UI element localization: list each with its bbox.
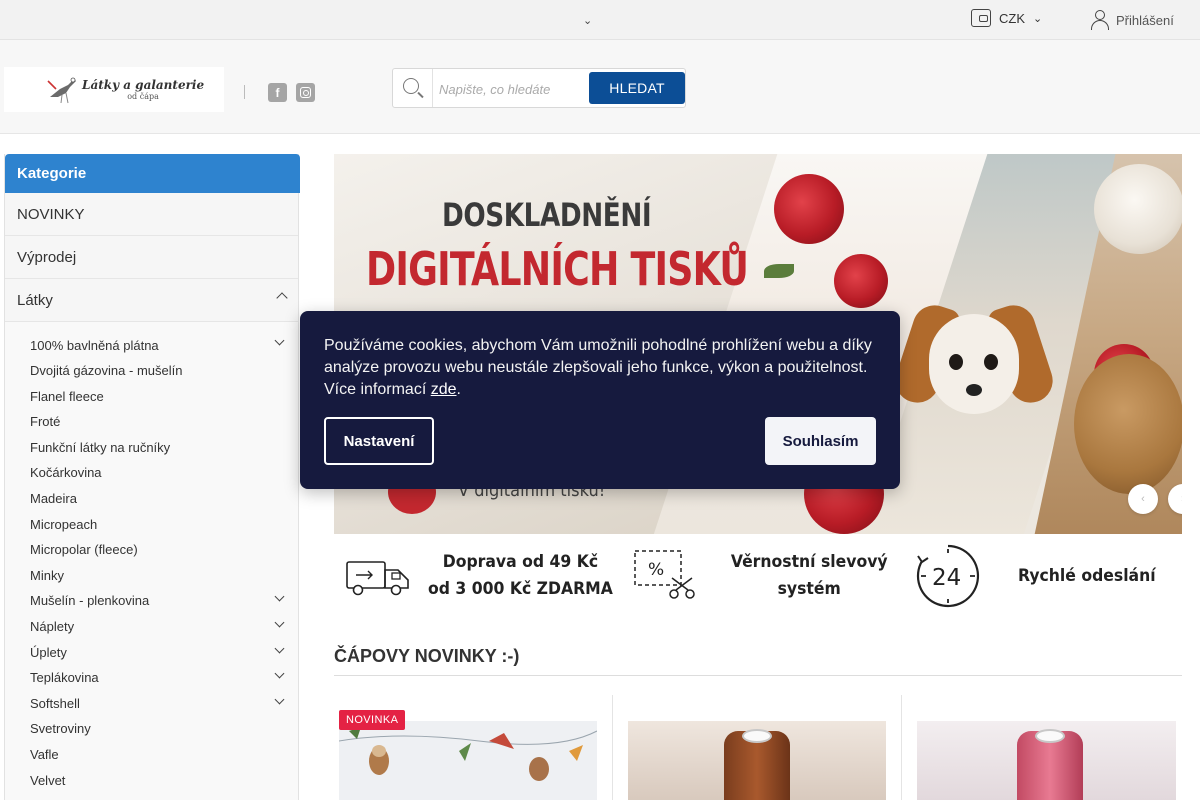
subcategory-item[interactable]: 100% bavlněná plátna — [30, 338, 159, 353]
chevron-down-icon[interactable]: ⌄ — [583, 14, 592, 27]
cookie-consent-dialog: Používáme cookies, abychom Vám umožnili … — [300, 311, 900, 489]
benefit-line: Doprava od 49 Kč — [442, 552, 599, 572]
thread-spool — [724, 729, 790, 800]
chevron-down-icon: ⌄ — [1033, 12, 1043, 25]
benefit-shipping: Doprava od 49 Kč od 3 000 Kč ZDARMA — [420, 540, 621, 612]
category-header: Kategorie — [5, 154, 300, 193]
banner-headline: DOSKLADNĚNÍ — [442, 196, 652, 234]
section-title: ČÁPOVY NOVINKY :-) — [334, 646, 520, 666]
thread-spool — [1017, 729, 1083, 800]
cookie-accept-button[interactable]: Souhlasím — [765, 417, 876, 465]
cookie-suffix: . — [456, 381, 461, 398]
subcategory-item[interactable]: Svetroviny — [30, 721, 91, 736]
teddy-bear-decoration — [1094, 164, 1182, 254]
divider — [334, 675, 1182, 676]
24-hours-icon: 24 — [916, 544, 979, 608]
facebook-icon[interactable]: f — [268, 83, 287, 102]
product-image[interactable] — [339, 721, 597, 800]
subcategory-item[interactable]: Minky — [30, 568, 64, 583]
coupon-scissors-icon: % — [634, 550, 695, 599]
logo-title: Látky a galanterie — [82, 78, 205, 92]
subcategory-item[interactable]: Teplákovina — [30, 670, 99, 685]
cookie-text: Používáme cookies, abychom Vám umožnili … — [324, 335, 884, 401]
search-button[interactable]: HLEDAT — [589, 72, 685, 104]
subcategory-item[interactable]: Micropolar (fleece) — [30, 542, 138, 557]
benefit-line: od 3 000 Kč ZDARMA — [428, 579, 613, 599]
cookie-message: Používáme cookies, abychom Vám umožnili … — [324, 337, 872, 398]
login-label: Přihlášení — [1116, 12, 1174, 28]
chevron-down-icon[interactable] — [274, 668, 285, 679]
category-label: Látky — [17, 292, 53, 309]
instagram-icon[interactable] — [296, 83, 315, 102]
banner-headline-2: DIGITÁLNÍCH TISKŮ — [366, 242, 749, 296]
subcategory-item[interactable]: Náplety — [30, 619, 74, 634]
category-latky[interactable]: Látky — [5, 279, 298, 322]
category-sidebar: Kategorie NOVINKY Výprodej Látky 100% ba… — [4, 154, 300, 800]
user-icon — [1090, 10, 1110, 30]
chevron-down-icon[interactable] — [274, 591, 285, 602]
rose-decoration — [774, 174, 844, 244]
subcategory-item[interactable]: Úplety — [30, 645, 67, 660]
benefit-loyalty: Věrnostní slevový systém — [724, 540, 894, 612]
subcategory-item[interactable]: Madeira — [30, 491, 77, 506]
chevron-down-icon[interactable] — [274, 643, 285, 654]
category-label: Výprodej — [17, 249, 77, 266]
chevron-up-icon[interactable] — [276, 292, 288, 304]
cookie-more-link[interactable]: zde — [431, 381, 457, 398]
subcategory-item[interactable]: Flanel fleece — [30, 389, 104, 404]
subcategory-item[interactable]: Vafle — [30, 747, 59, 762]
svg-text:%: % — [648, 560, 664, 580]
subcategory-item[interactable]: Velvet — [30, 773, 65, 788]
clock-hours: 24 — [932, 565, 961, 591]
header: Látky a galanterie od čápa f HLEDAT — [0, 40, 1200, 134]
category-vyprodej[interactable]: Výprodej — [5, 236, 298, 279]
chevron-down-icon[interactable] — [274, 335, 285, 346]
puppy-decoration — [889, 284, 1059, 444]
benefit-line: Rychlé odeslání — [1017, 565, 1156, 586]
product-image[interactable] — [917, 721, 1176, 800]
truck-icon — [346, 561, 409, 596]
slider-prev-button[interactable]: ‹ — [1128, 484, 1158, 514]
benefit-line: Věrnostní slevový — [730, 552, 888, 572]
logo[interactable]: Látky a galanterie od čápa — [4, 67, 224, 112]
wallet-icon — [971, 9, 991, 27]
subcategory-item[interactable]: Funkční látky na ručníky — [30, 440, 170, 455]
cookie-settings-button[interactable]: Nastavení — [324, 417, 434, 465]
top-bar: ⌄ CZK ⌄ Přihlášení — [0, 0, 1200, 40]
search-input[interactable] — [439, 79, 579, 99]
divider — [244, 85, 245, 99]
category-label: NOVINKY — [17, 206, 85, 223]
subcategory-item[interactable]: Softshell — [30, 696, 80, 711]
subcategory-item[interactable]: Micropeach — [30, 517, 97, 532]
benefit-line: systém — [777, 579, 841, 599]
new-badge: NOVINKA — [339, 710, 406, 730]
stork-icon — [46, 75, 78, 105]
benefit-fast-shipping: Rychlé odeslání — [1012, 540, 1162, 612]
subcategory-item[interactable]: Mušelín - plenkovina — [30, 593, 149, 608]
search-icon — [393, 69, 433, 107]
login-link[interactable]: Přihlášení — [1090, 10, 1174, 30]
product-image[interactable] — [628, 721, 886, 800]
search-form: HLEDAT — [392, 68, 686, 108]
subcategory-item[interactable]: Kočárkovina — [30, 465, 102, 480]
currency-label: CZK — [999, 10, 1025, 26]
teddy-bear-decoration — [1074, 354, 1182, 494]
currency-selector[interactable]: CZK ⌄ — [971, 9, 1042, 27]
category-novinky[interactable]: NOVINKY — [5, 193, 298, 236]
subcategory-item[interactable]: Dvojitá gázovina - mušelín — [30, 363, 182, 378]
rose-decoration — [834, 254, 888, 308]
subcategory-item[interactable]: Froté — [30, 414, 60, 429]
logo-subtitle: od čápa — [127, 92, 159, 101]
chevron-down-icon[interactable] — [274, 694, 285, 705]
chevron-down-icon[interactable] — [274, 617, 285, 628]
